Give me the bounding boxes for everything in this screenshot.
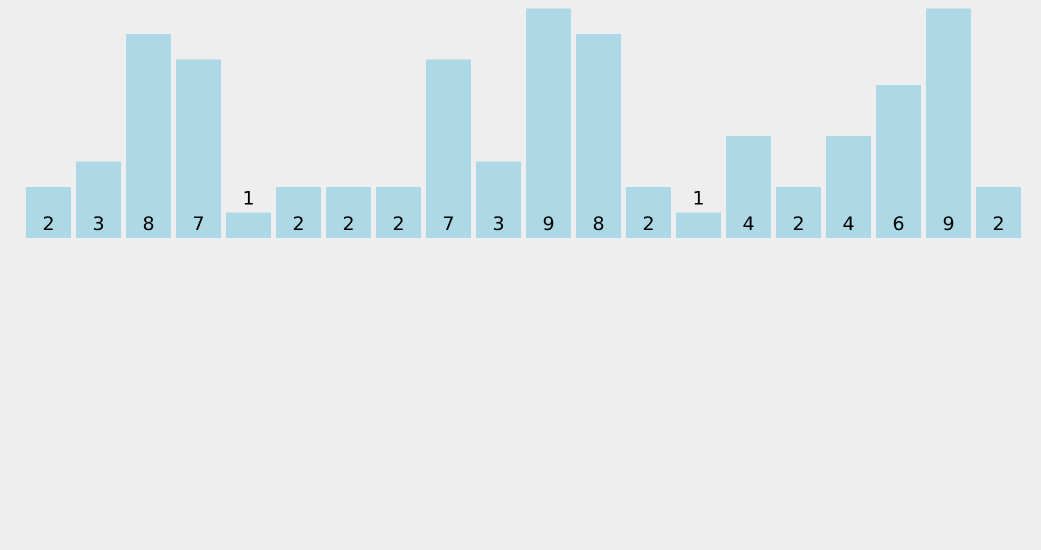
bar-19 [926, 8, 971, 238]
bar-9 [426, 59, 471, 238]
bar-value-label-10: 3 [492, 213, 504, 235]
bar-value-label-2: 3 [92, 213, 104, 235]
bar-value-label-12: 8 [592, 213, 604, 235]
bar-chart: 2 3 8 7 1 2 2 2 7 3 9 8 2 1 4 2 4 6 9 2 [0, 0, 1041, 550]
bar-value-label-18: 6 [892, 213, 904, 235]
bar-value-label-17: 4 [842, 213, 854, 235]
bar-value-label-7: 2 [342, 213, 354, 235]
bar-value-label-14: 1 [692, 188, 704, 210]
bar-value-label-20: 2 [992, 213, 1004, 235]
bar-value-label-4: 7 [192, 213, 204, 235]
bar-value-label-11: 9 [542, 213, 554, 235]
bar-3 [126, 34, 171, 238]
bar-value-label-8: 2 [392, 213, 404, 235]
bar-value-label-13: 2 [642, 213, 654, 235]
bar-11 [526, 8, 571, 238]
bar-14 [676, 212, 721, 238]
bar-5 [226, 212, 271, 238]
bar-value-label-6: 2 [292, 213, 304, 235]
bar-value-label-9: 7 [442, 213, 454, 235]
bar-value-label-1: 2 [42, 213, 54, 235]
bar-value-label-5: 1 [242, 188, 254, 210]
bar-value-label-16: 2 [792, 213, 804, 235]
bar-value-label-19: 9 [942, 213, 954, 235]
bar-value-label-3: 8 [142, 213, 154, 235]
bar-value-label-15: 4 [742, 213, 754, 235]
bar-12 [576, 34, 621, 238]
bar-4 [176, 59, 221, 238]
